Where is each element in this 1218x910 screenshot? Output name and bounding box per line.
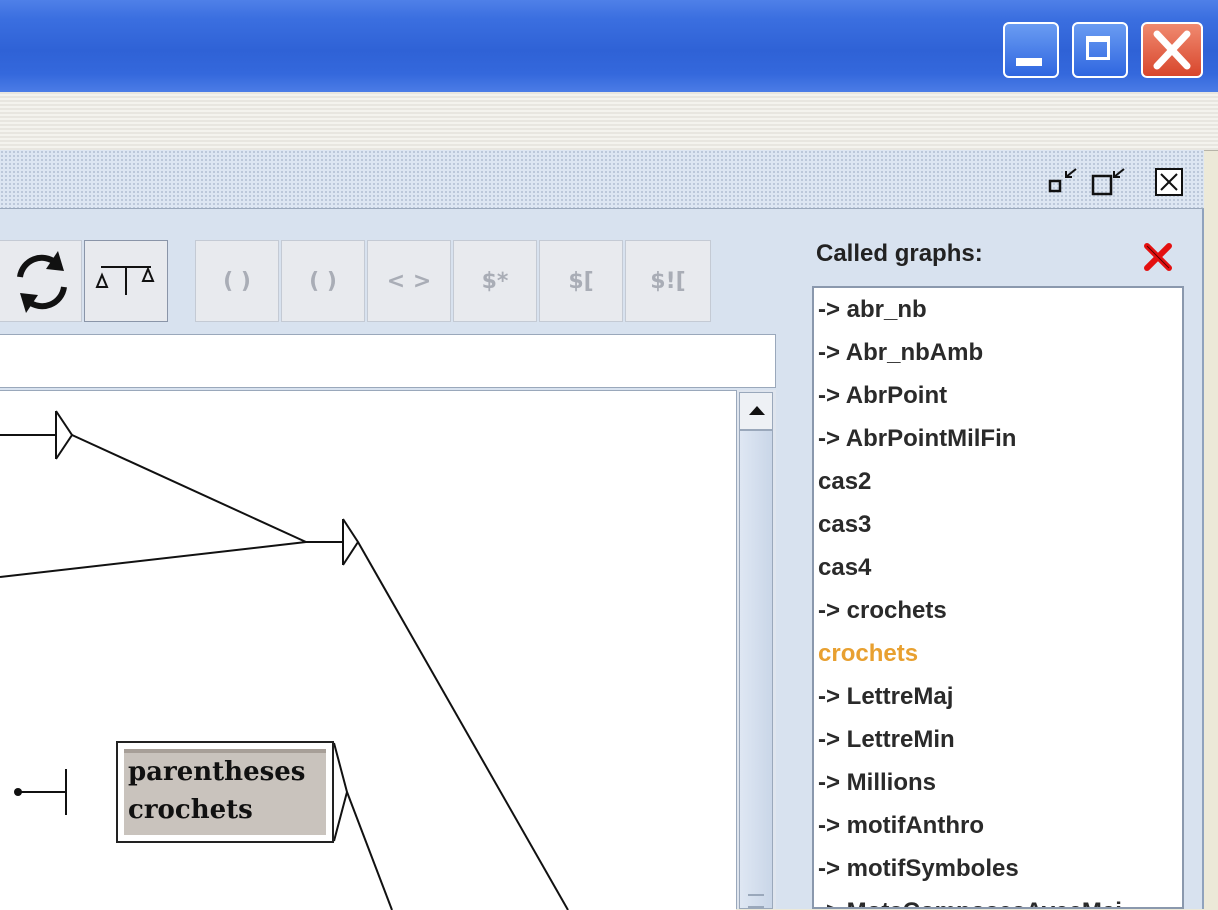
called-graphs-title: Called graphs: (816, 240, 983, 267)
called-graph-item[interactable]: -> abr_nb (814, 288, 1182, 331)
frame-close-icon[interactable] (1154, 167, 1186, 199)
refresh-icon (17, 251, 67, 313)
box-content: parentheses crochets (124, 749, 326, 835)
graph-edges (0, 410, 569, 910)
box-line-1: parentheses (128, 757, 306, 787)
box-line-2: crochets (128, 795, 253, 825)
window-titlebar[interactable] (0, 0, 1218, 92)
maximize-icon (1086, 36, 1110, 60)
refresh-button[interactable] (0, 240, 82, 322)
iconify-icon[interactable] (1046, 167, 1082, 197)
box-text-field[interactable] (0, 334, 776, 388)
graph-canvas[interactable] (0, 390, 736, 910)
dollar-not-bracket-button[interactable]: $![ (625, 240, 711, 322)
maximize-button[interactable] (1072, 22, 1128, 78)
close-icon (1153, 30, 1191, 70)
internal-frame-titlebar[interactable] (0, 150, 1204, 209)
scroll-up-arrow-icon[interactable] (739, 392, 773, 430)
dollar-bracket-button[interactable]: $[ (539, 240, 623, 322)
called-graph-item[interactable]: crochets (814, 632, 1182, 675)
restore-icon[interactable] (1090, 167, 1130, 199)
called-graph-item[interactable]: -> LettreMin (814, 718, 1182, 761)
graph-box[interactable]: parentheses crochets (116, 741, 334, 843)
called-graph-item[interactable]: -> MotsComposesAvecMaj (814, 890, 1182, 907)
called-graph-item[interactable]: -> AbrPointMilFin (814, 417, 1182, 460)
called-graphs-list[interactable]: -> abr_nb -> Abr_nbAmb -> AbrPoint -> AbrPo… (812, 286, 1184, 909)
close-button[interactable] (1141, 22, 1203, 78)
red-x-close-icon[interactable] (1141, 240, 1175, 274)
called-graph-item[interactable]: cas4 (814, 546, 1182, 589)
called-graph-item[interactable]: -> Millions (814, 761, 1182, 804)
called-graph-item[interactable]: cas3 (814, 503, 1182, 546)
called-graph-item[interactable]: -> crochets (814, 589, 1182, 632)
called-graph-item[interactable]: -> motifAnthro (814, 804, 1182, 847)
minimize-button[interactable] (1003, 22, 1059, 78)
called-graph-item[interactable]: cas2 (814, 460, 1182, 503)
called-graph-item[interactable]: -> LettreMaj (814, 675, 1182, 718)
balance-button[interactable] (84, 240, 168, 322)
scrollbar-thumb[interactable] (739, 430, 773, 909)
angle-brackets-button[interactable]: < > (367, 240, 451, 322)
minimize-icon (1016, 58, 1042, 66)
dollar-star-button[interactable]: $* (453, 240, 537, 322)
called-graph-item[interactable]: -> Abr_nbAmb (814, 331, 1182, 374)
called-graph-item[interactable]: -> AbrPoint (814, 374, 1182, 417)
called-graph-item[interactable]: -> motifSymboles (814, 847, 1182, 890)
parentheses-button[interactable]: ( ) (195, 240, 279, 322)
menu-bar (0, 92, 1218, 151)
vertical-scrollbar[interactable] (736, 390, 776, 909)
balance-icon (95, 266, 155, 295)
parentheses-button-2[interactable]: ( ) (281, 240, 365, 322)
grip-icon (748, 894, 764, 908)
